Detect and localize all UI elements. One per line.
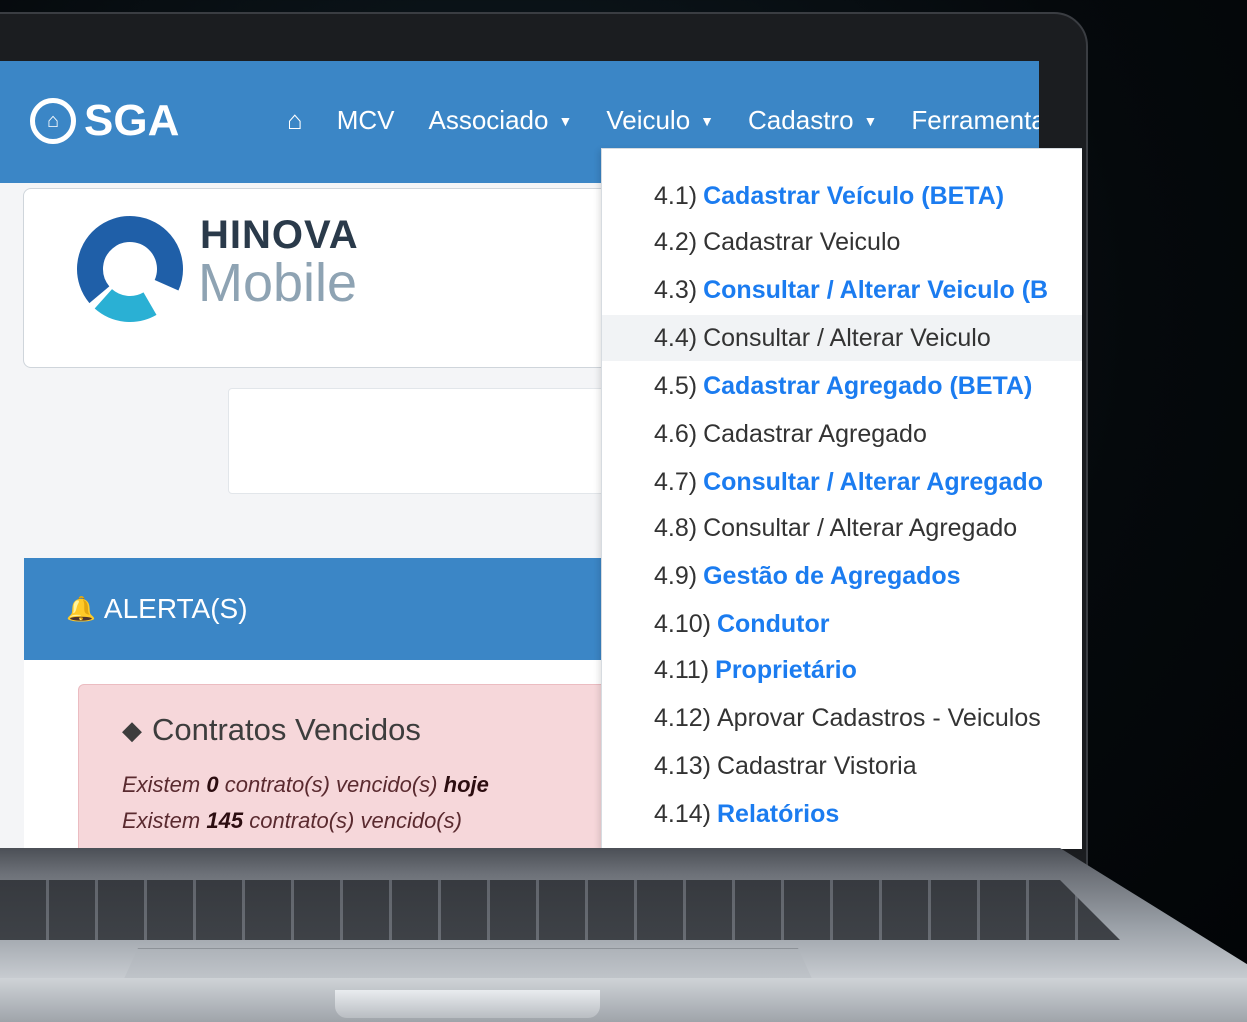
menu-item[interactable]: 4.5) Cadastrar Agregado (BETA) — [602, 363, 1082, 409]
menu-item-number: 4.13) — [654, 751, 711, 780]
nav-associado[interactable]: Associado ▼ — [429, 105, 573, 136]
menu-item-label: Cadastrar Agregado — [703, 419, 927, 448]
hinova-logo-icon — [77, 216, 183, 322]
nav-associado-label: Associado — [428, 105, 549, 135]
nav-mcv-label: MCV — [336, 105, 395, 135]
alert-line-middle: contrato(s) vencido(s) — [249, 808, 462, 833]
menu-item[interactable]: 4.11) Proprietário — [602, 647, 1082, 693]
alerts-panel-header[interactable]: 🔔 ALERTA(S) — [24, 558, 664, 660]
menu-item[interactable]: 4.9) Gestão de Agregados — [602, 553, 1082, 599]
nav-cadastro[interactable]: Cadastro ▼ — [748, 105, 877, 136]
home-icon[interactable]: ⌂ — [287, 105, 303, 136]
menu-item-label: Consultar / Alterar Agregado — [703, 467, 1043, 496]
menu-item-label: Consultar / Alterar Agregado — [703, 513, 1018, 542]
menu-item-number: 4.8) — [654, 513, 698, 542]
caret-down-icon: ▼ — [558, 112, 573, 129]
brand-name: SGA — [84, 96, 180, 145]
menu-item[interactable]: 4.3) Consultar / Alterar Veiculo (B — [602, 267, 1082, 313]
brand-logo[interactable]: ⌂ SGA — [30, 95, 179, 147]
menu-item[interactable]: 4.12) Aprovar Cadastros - Veiculos — [602, 695, 1082, 741]
menu-item-label: Cadastrar Veiculo — [703, 227, 901, 256]
menu-item-number: 4.5) — [654, 371, 698, 400]
menu-item-number: 4.12) — [654, 703, 711, 732]
logo-text-mobile: Mobile — [198, 253, 358, 313]
menu-item-label: Cadastrar Agregado (BETA) — [703, 371, 1033, 400]
menu-item-label: Aprovar Cadastros - Veiculos — [716, 703, 1041, 732]
alert-line-prefix: Existem — [122, 772, 201, 797]
alert-card-title-text: Contratos Vencidos — [152, 712, 421, 747]
menu-item-number: 4.9) — [654, 561, 698, 590]
caret-down-icon: ▼ — [700, 112, 715, 129]
menu-item-label: Consultar / Alterar Veiculo — [703, 323, 991, 352]
menu-item-number: 4.11) — [654, 655, 710, 684]
menu-item-number: 4.2) — [654, 227, 698, 256]
menu-item[interactable]: 4.13) Cadastrar Vistoria — [602, 743, 1082, 789]
menu-item[interactable]: 4.10) Condutor — [602, 601, 1082, 647]
brand-home-icon: ⌂ — [30, 98, 76, 144]
tag-icon: ◆ — [122, 714, 142, 745]
menu-item-label: Cadastrar Vistoria — [716, 751, 917, 780]
nav-cadastro-label: Cadastro — [748, 105, 854, 135]
menu-item-label: Gestão de Agregados — [703, 561, 961, 590]
laptop-front-edge — [0, 978, 1247, 1022]
alert-count-today: 0 — [206, 772, 219, 797]
menu-item[interactable]: 4.7) Consultar / Alterar Agregado — [602, 459, 1082, 505]
laptop-notch — [335, 990, 600, 1018]
menu-item-number: 4.6) — [654, 419, 698, 448]
menu-item-label: Condutor — [716, 609, 830, 638]
caret-down-icon: ▼ — [863, 112, 878, 129]
main-nav: ⌂ MCV Associado ▼ Veiculo ▼ Cadastro ▼ Ferr… — [287, 105, 1039, 136]
nav-veiculo[interactable]: Veiculo ▼ — [606, 105, 714, 136]
alert-line-suffix: hoje — [443, 772, 489, 797]
nav-ferramentas-label: Ferramentas — [911, 105, 1039, 135]
menu-item[interactable]: 4.4) Consultar / Alterar Veiculo — [602, 315, 1082, 361]
alert-line-today: Existem 0 contrato(s) vencido(s) hoje — [122, 772, 489, 798]
menu-item-number: 4.14) — [654, 799, 711, 828]
alert-line-total: Existem 145 contrato(s) vencido(s) — [122, 808, 462, 834]
menu-item[interactable]: 4.6) Cadastrar Agregado — [602, 411, 1082, 457]
menu-item-number: 4.4) — [654, 323, 698, 352]
alert-count-total: 145 — [206, 808, 244, 833]
content-box — [228, 388, 650, 494]
menu-item-number: 4.1) — [654, 181, 698, 210]
veiculo-dropdown-menu: 4.1) Cadastrar Veículo (BETA) 4.2) Cadastra… — [601, 148, 1082, 849]
menu-item[interactable]: 4.8) Consultar / Alterar Agregado — [602, 505, 1082, 551]
nav-ferramentas[interactable]: Ferramentas — [911, 105, 1039, 136]
menu-item[interactable]: 4.2) Cadastrar Veiculo — [602, 219, 1082, 265]
menu-item[interactable]: 4.14) Relatórios — [602, 791, 1082, 837]
alerts-title: ALERTA(S) — [103, 593, 248, 624]
menu-item-number: 4.3) — [654, 275, 698, 304]
menu-item-number: 4.7) — [654, 467, 698, 496]
alert-line-middle: contrato(s) vencido(s) — [224, 772, 438, 797]
alert-card-title: ◆ Contratos Vencidos — [122, 712, 421, 748]
menu-item-label: Consultar / Alterar Veiculo (B — [703, 275, 1049, 304]
alert-line-prefix: Existem — [122, 808, 201, 833]
menu-item-label: Proprietário — [715, 655, 857, 684]
menu-item-label: Relatórios — [716, 799, 840, 828]
menu-item-label: Cadastrar Veículo (BETA) — [703, 181, 1005, 210]
menu-item-number: 4.10) — [654, 609, 711, 638]
nav-veiculo-label: Veiculo — [606, 105, 691, 135]
nav-mcv[interactable]: MCV — [337, 105, 395, 136]
laptop-keyboard — [0, 880, 1120, 940]
menu-item[interactable]: 4.1) Cadastrar Veículo (BETA) — [602, 173, 1082, 219]
bell-icon: 🔔 — [66, 595, 96, 623]
